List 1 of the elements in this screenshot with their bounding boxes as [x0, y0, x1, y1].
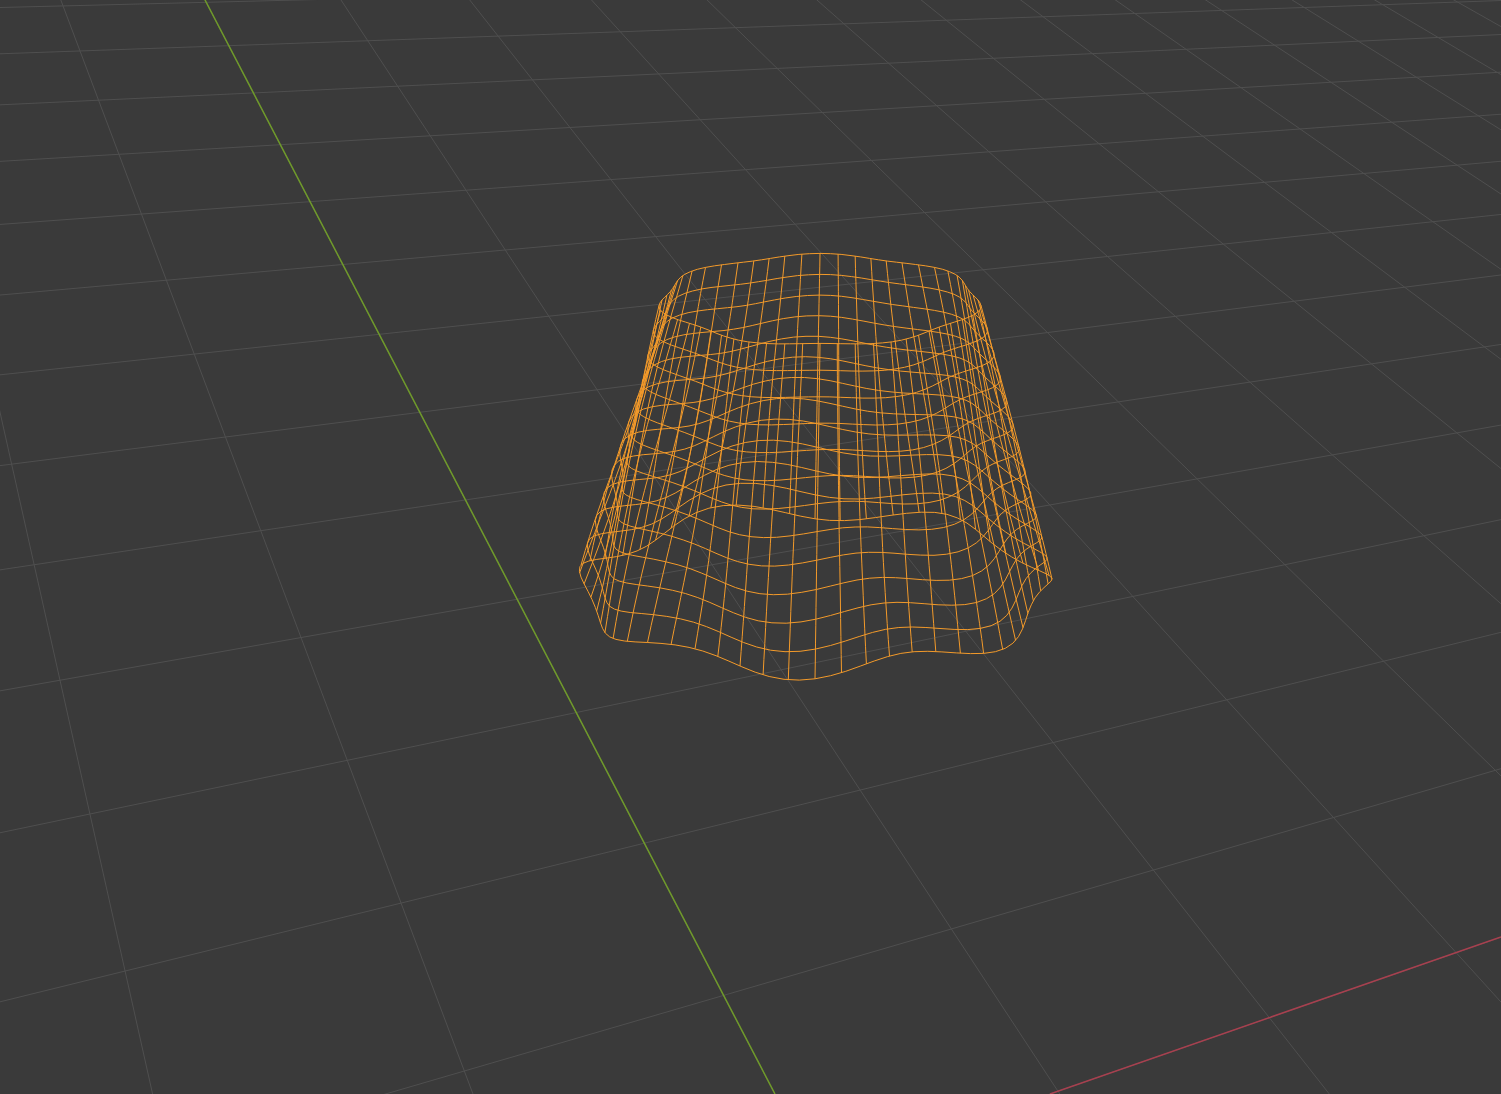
wireframe-mesh-drawing[interactable] — [578, 252, 1053, 681]
